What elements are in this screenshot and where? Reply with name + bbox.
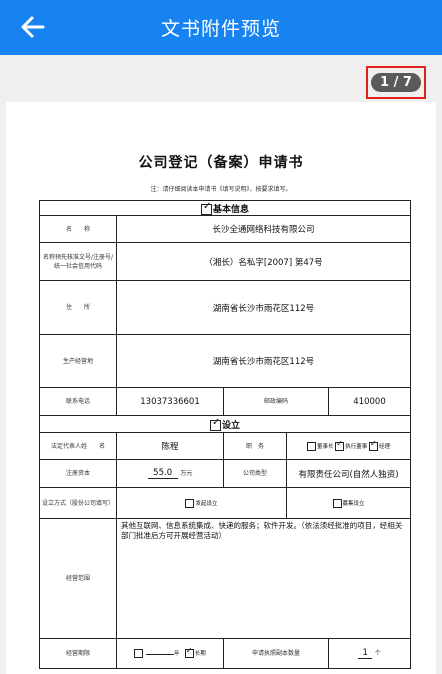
- back-arrow-icon[interactable]: [18, 12, 48, 42]
- capital-field: 55.0 万元: [116, 459, 224, 488]
- long-term-checkbox: [184, 646, 194, 658]
- business-scope-label: 经营范围: [39, 518, 117, 639]
- executive-director-checkbox: [335, 439, 345, 451]
- preapproval-label: 名称预先核准文号/注册号/统一社会信用代码: [39, 242, 117, 281]
- postcode-label: 邮政编码: [223, 387, 329, 416]
- page-indicator-highlight: 1 / 7: [366, 66, 426, 99]
- application-form-table: 基本信息 名 称 长沙全通网络科技有限公司 名称预先核准文号/注册号/统一社会信…: [38, 200, 412, 669]
- license-count-label: 申请执照副本数量: [223, 638, 329, 669]
- manager-checkbox: [369, 439, 379, 451]
- address-label: 住 所: [39, 280, 117, 335]
- setup-heading: 设立: [222, 420, 241, 431]
- promoter-setup-checkbox: [185, 498, 195, 508]
- license-count-value: 1: [358, 648, 373, 659]
- top-app-bar: 文书附件预览: [0, 0, 442, 55]
- business-scope-row: 经营范围 其他互联网、信息系统集成、快递的服务；软件开发。（依法须经批准的项目，…: [39, 518, 412, 639]
- phone-value: 13037336601: [116, 387, 224, 416]
- basic-info-heading: 基本信息: [213, 204, 250, 215]
- capital-unit: 万元: [180, 470, 193, 477]
- business-scope-value: 其他互联网、信息系统集成、快递的服务；软件开发。（依法须经批准的项目，经相关部门…: [115, 518, 412, 639]
- long-term-option: 长期: [194, 651, 206, 657]
- company-name-row: 名 称 长沙全通网络科技有限公司: [39, 215, 412, 243]
- setup-section-row: 设立: [38, 415, 412, 433]
- position-label: 职 务: [223, 432, 287, 460]
- capital-label: 注册资本: [39, 459, 117, 488]
- chairman-checkbox: [307, 441, 316, 451]
- term-years-unit: 年: [173, 651, 180, 657]
- legal-rep-value: 陈程: [116, 432, 224, 460]
- capital-row: 注册资本 55.0 万元 公司类型 有限责任公司(自然人独资): [39, 459, 412, 488]
- legal-rep-row: 法定代表人姓 名 陈程 职 务 董事长 执行董事 经理: [39, 432, 412, 460]
- basic-info-section-row: 基本信息: [38, 200, 412, 216]
- offering-setup-checkbox: [332, 498, 342, 508]
- business-address-value: 湖南省长沙市雨花区112号: [115, 334, 412, 388]
- term-label: 经营期限: [39, 638, 117, 669]
- section-checkbox: [201, 202, 213, 215]
- chairman-option: 董事长: [317, 443, 334, 450]
- preapproval-row: 名称预先核准文号/注册号/统一社会信用代码 （湘长）名私字[2007] 第47号: [39, 242, 412, 281]
- term-years-blank: [145, 654, 174, 655]
- business-address-label: 生产经营地: [39, 334, 117, 388]
- business-address-row: 生产经营地 湖南省长沙市雨花区112号: [39, 334, 412, 388]
- promoter-setup-option: 发起设立: [116, 487, 287, 519]
- term-options: 年 长期: [116, 638, 224, 669]
- term-row: 经营期限 年 长期 申请执照副本数量 1 个: [39, 638, 412, 669]
- company-type-value: 有限责任公司(自然人独资): [285, 459, 412, 488]
- postcode-value: 410000: [327, 387, 412, 416]
- setup-method-label: 设立方式（股份公司填写）: [39, 487, 117, 519]
- license-count-unit: 个: [374, 650, 381, 657]
- document-note: 注：请仔细阅读本申请书《填写说明》，按要求填写。: [150, 186, 292, 193]
- fixed-term-checkbox: [134, 649, 144, 658]
- offering-setup-option: 募集设立: [285, 487, 412, 519]
- company-name-value: 长沙全通网络科技有限公司: [115, 215, 412, 243]
- capital-value: 55.0: [147, 468, 178, 479]
- license-count-field: 1 个: [327, 638, 412, 669]
- contact-row: 联系电话 13037336601 邮政编码 410000: [39, 387, 412, 416]
- document-preview[interactable]: 公司登记（备案）申请书 注：请仔细阅读本申请书《填写说明》，按要求填写。 基本信…: [6, 102, 436, 674]
- company-name-label: 名 称: [39, 215, 117, 243]
- document-title: 公司登记（备案）申请书: [138, 155, 304, 171]
- executive-director-option: 执行董事: [345, 443, 368, 450]
- legal-rep-label: 法定代表人姓 名: [39, 432, 117, 460]
- address-row: 住 所 湖南省长沙市雨花区112号: [39, 280, 412, 335]
- position-options: 董事长 执行董事 经理: [285, 432, 412, 460]
- company-type-label: 公司类型: [223, 459, 287, 488]
- preapproval-value: （湘长）名私字[2007] 第47号: [115, 242, 412, 281]
- page-indicator: 1 / 7: [371, 73, 421, 92]
- phone-label: 联系电话: [39, 387, 117, 416]
- address-value: 湖南省长沙市雨花区112号: [115, 280, 412, 335]
- setup-method-row: 设立方式（股份公司填写） 发起设立 募集设立: [39, 487, 412, 519]
- page-title: 文书附件预览: [160, 18, 281, 40]
- manager-option: 经理: [379, 443, 391, 450]
- section-checkbox: [210, 417, 222, 431]
